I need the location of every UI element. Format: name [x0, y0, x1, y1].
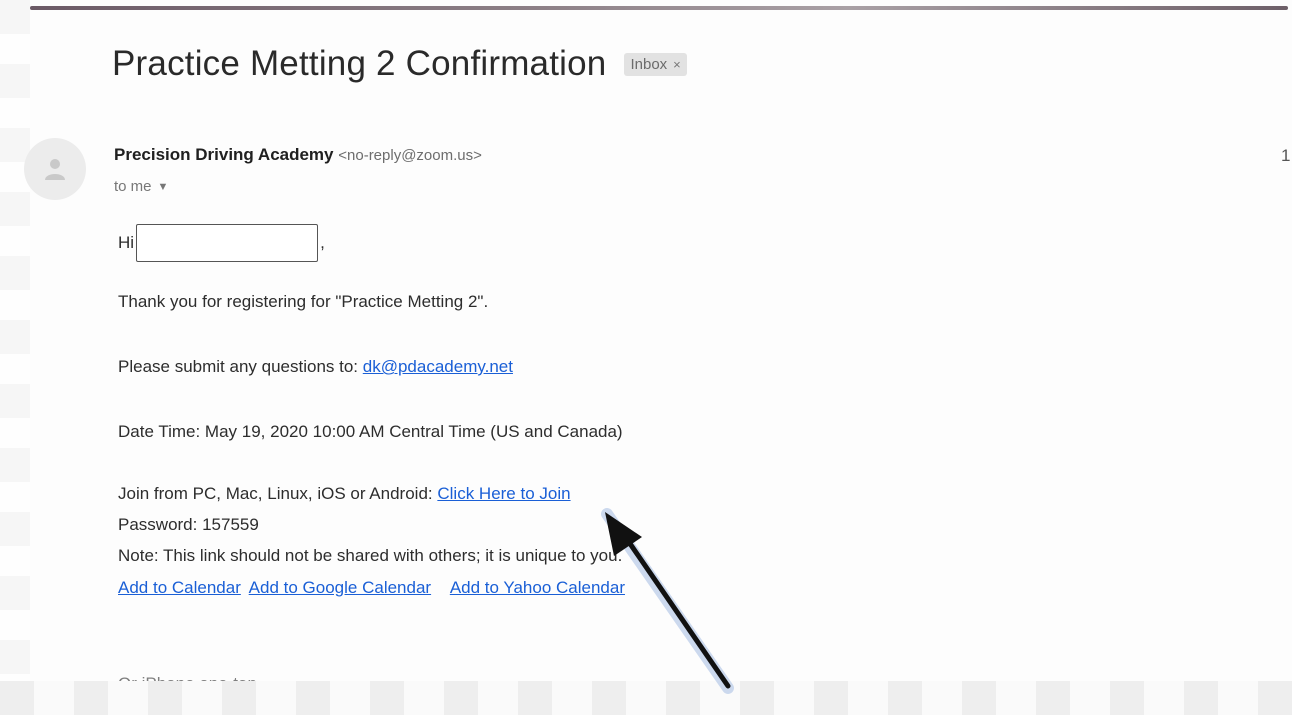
join-link[interactable]: Click Here to Join [437, 484, 570, 503]
caret-down-icon[interactable]: ▼ [158, 181, 169, 193]
questions-email-link[interactable]: dk@pdacademy.net [363, 357, 513, 376]
top-bar [30, 6, 1288, 10]
join-line: Join from PC, Mac, Linux, iOS or Android… [118, 484, 571, 504]
questions-prefix: Please submit any questions to: [118, 357, 359, 376]
recipient-text: to me [114, 178, 152, 195]
greeting: Hi , [118, 224, 325, 262]
datetime-line: Date Time: May 19, 2020 10:00 AM Central… [118, 422, 623, 441]
email-subject: Practice Metting 2 Confirmation [112, 44, 607, 83]
subject-row: Practice Metting 2 Confirmation Inbox × [112, 44, 687, 84]
greeting-text: Hi [118, 233, 135, 252]
sender-line: Precision Driving Academy <no-reply@zoom… [114, 145, 482, 165]
bottom-strip [0, 681, 1292, 715]
questions-line: Please submit any questions to: dk@pdaca… [118, 357, 513, 377]
add-to-calendar-link[interactable]: Add to Calendar [118, 578, 241, 597]
greeting-comma: , [320, 233, 325, 252]
thanks-line: Thank you for registering for "Practice … [118, 292, 489, 311]
join-prefix: Join from PC, Mac, Linux, iOS or Android… [118, 484, 433, 503]
person-icon [45, 159, 65, 180]
calendar-links: Add to Calendar Add to Google Calendar A… [118, 578, 629, 598]
sender-email: <no-reply@zoom.us> [338, 147, 482, 164]
password-line: Password: 157559 [118, 515, 259, 534]
close-icon[interactable]: × [673, 57, 681, 72]
sender-name[interactable]: Precision Driving Academy [114, 145, 334, 164]
left-gutter [0, 0, 30, 715]
redacted-name-box [136, 224, 319, 262]
label-chip-text: Inbox [630, 55, 668, 73]
note-line: Note: This link should not be shared wit… [118, 546, 623, 565]
add-to-yahoo-calendar-link[interactable]: Add to Yahoo Calendar [450, 578, 625, 597]
add-to-google-calendar-link[interactable]: Add to Google Calendar [249, 578, 431, 597]
sender-avatar[interactable] [24, 138, 86, 200]
timestamp-fragment: 1 [1281, 146, 1291, 165]
arrow-shaft [619, 529, 731, 689]
recipient-line[interactable]: to me ▼ [114, 178, 168, 195]
label-chip-inbox[interactable]: Inbox × [624, 52, 687, 76]
arrow-glow [601, 508, 734, 694]
